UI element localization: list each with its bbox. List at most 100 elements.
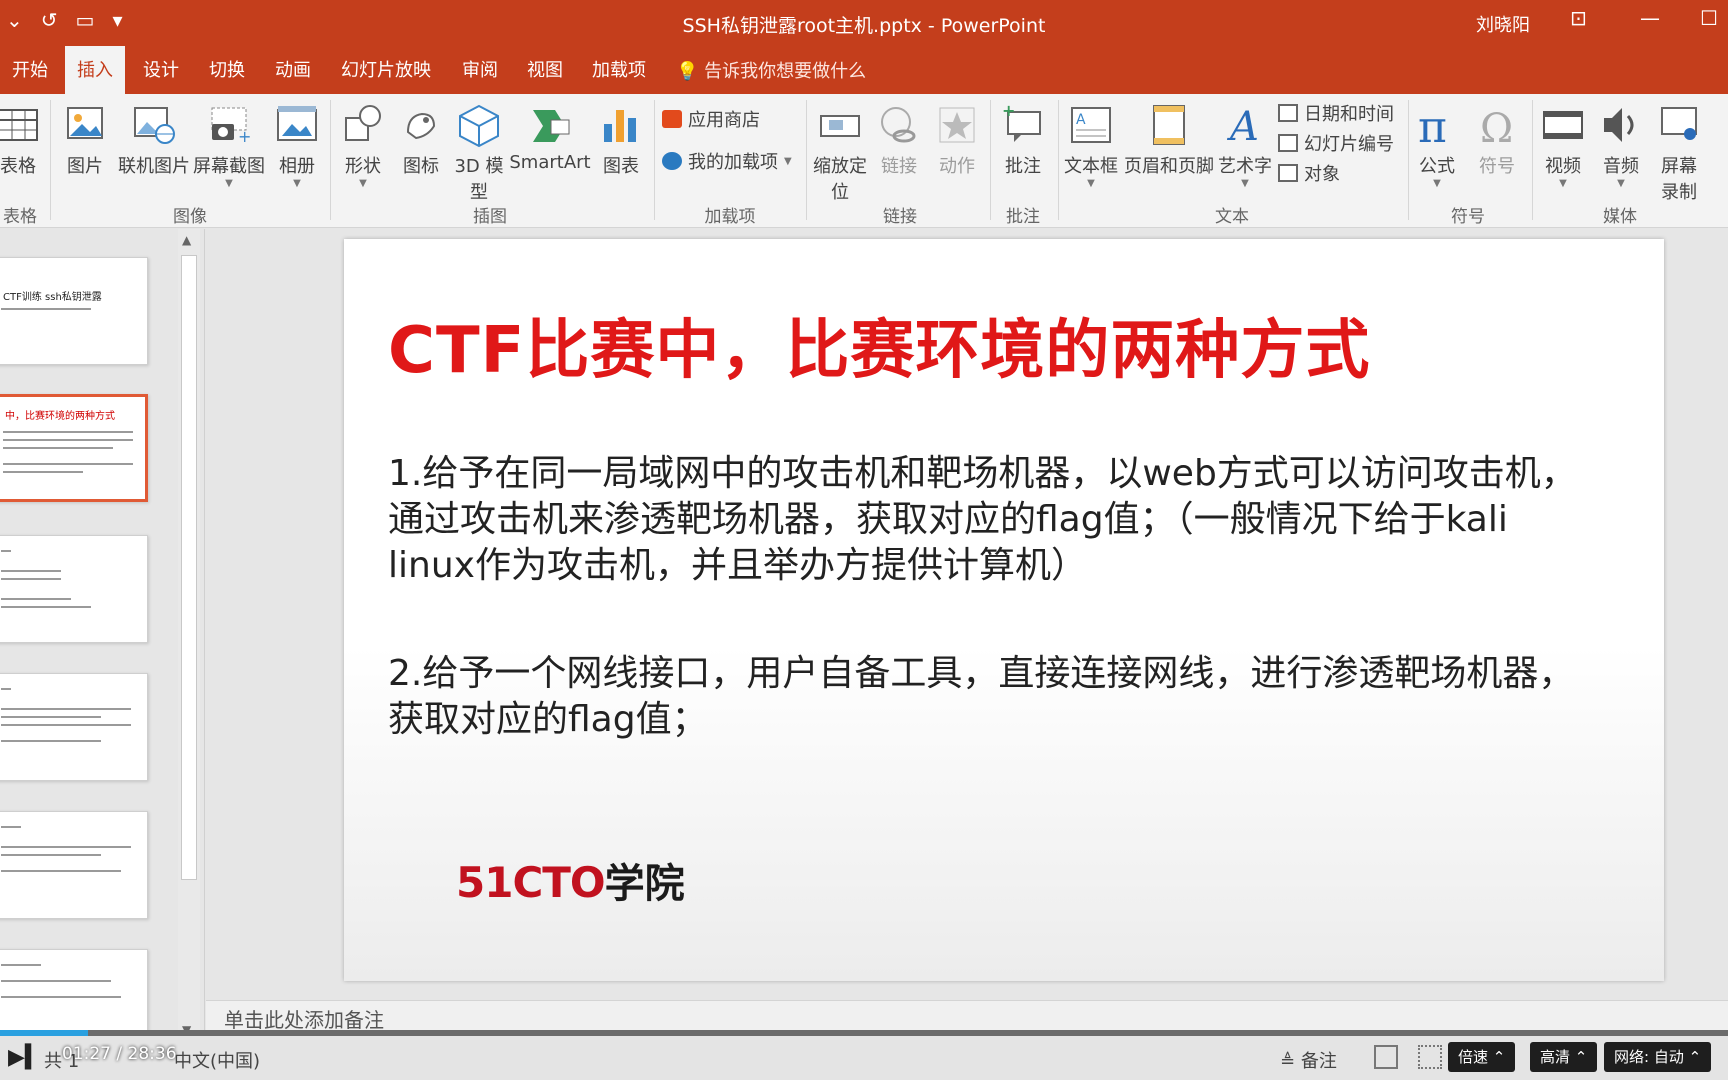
photo-album-icon: [277, 106, 317, 141]
comment-button[interactable]: + 批注: [998, 102, 1048, 178]
textbox-button[interactable]: A 文本框 ▼: [1062, 102, 1120, 189]
header-footer-label: 页眉和页脚: [1124, 156, 1214, 177]
shapes-button[interactable]: 形状 ▼: [338, 102, 388, 189]
tab-insert[interactable]: 插入: [65, 46, 125, 94]
51cto-logo: 51CTO 学院: [456, 851, 685, 909]
tell-me-box[interactable]: 💡 告诉我你想要做什么: [676, 46, 866, 94]
quality-button[interactable]: 高清 ⌃: [1530, 1042, 1598, 1072]
thumbnail-text-line: [1, 980, 111, 982]
table-button[interactable]: 表格: [0, 102, 42, 178]
3d-model-label-2: 型: [470, 182, 488, 203]
slide-thumbnail-selected[interactable]: 中，比赛环境的两种方式: [0, 394, 148, 502]
tab-animations[interactable]: 动画: [263, 46, 323, 94]
album-button[interactable]: 相册 ▼: [272, 102, 322, 189]
thumbnail-text-line: [3, 471, 83, 473]
link-button[interactable]: 链接: [874, 102, 924, 178]
chevron-down-icon: ▼: [1559, 178, 1567, 189]
play-icon[interactable]: ▶▍: [8, 1045, 42, 1070]
3d-model-button[interactable]: 3D 模 型: [454, 102, 504, 204]
thumbnail-text-line: [1, 578, 61, 580]
slide-thumbnail[interactable]: [0, 811, 148, 919]
smartart-label: SmartArt: [509, 152, 591, 173]
screen-recording-button[interactable]: 屏幕 录制: [1654, 102, 1704, 204]
comment-label: 批注: [1005, 156, 1041, 177]
online-picture-button[interactable]: 联机图片: [116, 102, 192, 178]
slide-paragraph-2[interactable]: 2.给予一个网线接口，用户自备工具，直接连接网线，进行渗透靶场机器，获取对应的f…: [388, 651, 1598, 743]
slide-number-button[interactable]: 幻灯片编号: [1278, 130, 1394, 156]
tab-addins[interactable]: 加载项: [580, 46, 658, 94]
slide-thumbnail[interactable]: [0, 949, 148, 1030]
link-label: 链接: [881, 156, 917, 177]
window-title: SSH私钥泄露root主机.pptx - PowerPoint: [682, 15, 1046, 37]
tab-transitions[interactable]: 切换: [197, 46, 257, 94]
separator: [806, 100, 807, 220]
slide-sorter-icon[interactable]: [1418, 1045, 1442, 1069]
store-button[interactable]: 应用商店: [662, 106, 760, 132]
slide-title[interactable]: CTF比赛中，比赛环境的两种方式: [388, 299, 1370, 391]
my-addins-button[interactable]: 我的加载项 ▼: [662, 148, 792, 174]
screen-recording-label-1: 屏幕: [1661, 156, 1697, 177]
equation-label: 公式: [1419, 156, 1455, 177]
slide-paragraph-1[interactable]: 1.给予在同一局域网中的攻击机和靶场机器，以web方式可以访问攻击机，通过攻击机…: [388, 451, 1598, 589]
lightbulb-icon: 💡: [676, 61, 699, 82]
normal-view-icon[interactable]: [1374, 1045, 1398, 1069]
tab-review[interactable]: 审阅: [450, 46, 510, 94]
separator: [1058, 100, 1059, 220]
screenshot-button[interactable]: + 屏幕截图 ▼: [192, 102, 266, 189]
header-footer-button[interactable]: 页眉和页脚: [1122, 102, 1216, 178]
picture-button[interactable]: 图片: [60, 102, 110, 178]
textbox-label: 文本框: [1064, 156, 1118, 177]
title-bar: ⌄ ↺ ▭ ▾ SSH私钥泄露root主机.pptx - PowerPoint …: [0, 0, 1728, 46]
bar-chart-icon: [604, 110, 636, 142]
video-button[interactable]: 视频 ▼: [1538, 102, 1588, 189]
equation-button[interactable]: π 公式 ▼: [1412, 102, 1462, 189]
thumbnail-text-line: [1, 308, 91, 310]
thumbnail-text-line: [1, 688, 11, 690]
datetime-button[interactable]: 日期和时间: [1278, 100, 1394, 126]
symbol-button[interactable]: Ω 符号: [1472, 102, 1522, 178]
audio-label: 音频: [1603, 156, 1639, 177]
tab-view[interactable]: 视图: [515, 46, 575, 94]
network-button[interactable]: 网络: 自动 ⌃: [1604, 1042, 1712, 1072]
icons-icon: [406, 112, 436, 140]
speed-button[interactable]: 倍速 ⌃: [1448, 1042, 1516, 1072]
wordart-button[interactable]: A 艺术字 ▼: [1216, 102, 1274, 189]
link-icon: [881, 107, 916, 143]
thumbnail-scrollbar[interactable]: ▲ ▼: [178, 229, 200, 1039]
notes-toggle[interactable]: ≜ 备注: [1280, 1047, 1337, 1073]
user-name[interactable]: 刘晓阳: [1476, 11, 1530, 37]
wordart-label: 艺术字: [1218, 156, 1272, 177]
notes-placeholder: 单击此处添加备注: [224, 1008, 384, 1032]
language-indicator[interactable]: 中文(中国): [174, 1047, 260, 1073]
tell-me-text: 告诉我你想要做什么: [704, 61, 867, 82]
thumbnail-text-line: [1, 870, 121, 872]
slide-thumbnail[interactable]: [0, 535, 148, 643]
slide-thumbnail[interactable]: CTF训练 ssh私钥泄露: [0, 257, 148, 365]
tab-slideshow[interactable]: 幻灯片放映: [329, 46, 443, 94]
tab-home[interactable]: 开始: [0, 46, 60, 94]
minimize-icon[interactable]: —: [1640, 6, 1660, 30]
group-comments: 批注: [1006, 207, 1040, 227]
object-button[interactable]: 对象: [1278, 160, 1340, 186]
scrollbar-thumb[interactable]: [181, 255, 197, 880]
maximize-icon[interactable]: ☐: [1700, 6, 1718, 30]
star-icon: [939, 107, 975, 143]
slide-thumbnail[interactable]: [0, 673, 148, 781]
icons-button[interactable]: 图标: [398, 102, 444, 178]
smartart-button[interactable]: SmartArt: [508, 102, 592, 173]
thumbnail-text-line: [1, 740, 101, 742]
thumbnail-title: CTF训练 ssh私钥泄露: [3, 292, 102, 303]
audio-button[interactable]: 音频 ▼: [1596, 102, 1646, 189]
ribbon-display-options-icon[interactable]: ⊡: [1570, 6, 1587, 30]
notes-pane[interactable]: 单击此处添加备注: [206, 1000, 1728, 1034]
shapes-label: 形状: [345, 156, 381, 177]
action-button[interactable]: 动作: [932, 102, 982, 178]
thumbnail-text-line: [1, 598, 71, 600]
chart-button[interactable]: 图表: [596, 102, 646, 178]
tab-design[interactable]: 设计: [131, 46, 191, 94]
scroll-up-icon[interactable]: ▲: [182, 233, 191, 247]
zoom-button[interactable]: 缩放定 位: [810, 102, 870, 204]
thumbnail-text-line: [3, 439, 133, 441]
store-label: 应用商店: [688, 110, 760, 131]
current-slide[interactable]: CTF比赛中，比赛环境的两种方式 1.给予在同一局域网中的攻击机和靶场机器，以w…: [344, 239, 1664, 981]
